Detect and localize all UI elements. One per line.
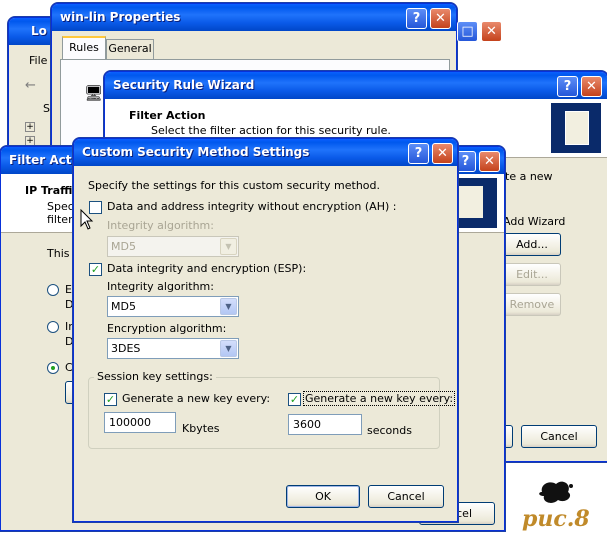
encryption-select[interactable]: 3DES ▼: [107, 338, 239, 359]
local-title: Lo: [31, 24, 47, 38]
wizard-cancel-button[interactable]: Cancel: [521, 425, 597, 448]
edit-button[interactable]: Edit...: [503, 263, 561, 286]
seconds-check-label[interactable]: Generate a new key every:: [302, 391, 456, 406]
menu-file[interactable]: File: [29, 54, 47, 67]
chevron-down-icon[interactable]: ▼: [220, 298, 237, 315]
cancel-button[interactable]: Cancel: [368, 485, 444, 508]
ok-button[interactable]: OK: [286, 485, 360, 508]
ink-blot-logo-icon: [539, 481, 573, 503]
tab-general-label: General: [108, 42, 152, 55]
ah-integrity-label: Integrity algorithm:: [107, 219, 214, 232]
ah-label[interactable]: Data and address integrity without encry…: [107, 200, 396, 213]
esp-label[interactable]: Data integrity and encryption (ESP):: [107, 262, 306, 275]
win-lin-titlebar: win-lin Properties ? ✕: [52, 4, 456, 31]
radio-option-1-a: E: [65, 283, 72, 296]
network-icon: 🖥: [84, 84, 104, 102]
seconds-input[interactable]: 3600: [288, 414, 362, 435]
dialog-instructions: Specify the settings for this custom sec…: [88, 179, 381, 192]
seconds-unit: seconds: [367, 424, 412, 437]
wizard-scroll-icon: [551, 103, 601, 153]
watermark-text: puc.8: [522, 506, 590, 532]
wizard-right-text: te a new: [505, 170, 553, 183]
wizard-subheading: Select the filter action for this securi…: [151, 124, 391, 137]
tab-rules[interactable]: Rules: [62, 36, 106, 60]
esp-integrity-select[interactable]: MD5 ▼: [107, 296, 239, 317]
tab-general[interactable]: General: [106, 39, 154, 59]
wizard-heading: Filter Action: [129, 109, 206, 122]
filter-help-button[interactable]: ?: [455, 151, 476, 172]
wizard-close-button[interactable]: ✕: [581, 76, 602, 97]
remove-button[interactable]: Remove: [503, 293, 561, 316]
radio-option-3[interactable]: [47, 362, 59, 374]
radio-option-2[interactable]: [47, 321, 59, 333]
tree-expand-icon[interactable]: +: [25, 122, 35, 132]
seconds-checkbox[interactable]: ✓: [288, 393, 301, 406]
wizard-title: Security Rule Wizard: [113, 78, 255, 92]
esp-integrity-value: MD5: [111, 300, 136, 313]
help-button[interactable]: ?: [406, 8, 427, 29]
add-wizard-label[interactable]: Add Wizard: [503, 215, 565, 228]
chevron-down-icon[interactable]: ▼: [220, 340, 237, 357]
tab-rules-label: Rules: [69, 41, 99, 54]
tree-expand-icon-2[interactable]: +: [25, 136, 35, 146]
add-button[interactable]: Add...: [503, 233, 561, 256]
kbytes-input[interactable]: 100000: [104, 412, 176, 433]
ah-integrity-value: MD5: [111, 240, 136, 253]
kbytes-unit: Kbytes: [182, 422, 220, 435]
local-maximize-button[interactable]: □: [457, 21, 478, 42]
mouse-cursor-icon: [80, 209, 94, 230]
session-key-group-label: Session key settings:: [94, 370, 216, 383]
dialog-close-button[interactable]: ✕: [432, 143, 453, 164]
wizard-help-button[interactable]: ?: [557, 76, 578, 97]
dialog-title: Custom Security Method Settings: [82, 145, 310, 159]
dialog-help-button[interactable]: ?: [408, 143, 429, 164]
kbytes-check-label[interactable]: Generate a new key every:: [122, 392, 270, 405]
encryption-label: Encryption algorithm:: [107, 322, 227, 335]
custom-security-method-dialog: Custom Security Method Settings ? ✕ Spec…: [73, 138, 458, 522]
back-arrow-icon[interactable]: ←: [25, 78, 36, 93]
esp-checkbox[interactable]: ✓: [89, 263, 102, 276]
filter-close-button[interactable]: ✕: [479, 151, 500, 172]
wizard-titlebar: Security Rule Wizard ? ✕: [105, 72, 607, 99]
chevron-down-icon: ▼: [220, 238, 237, 255]
filter-heading: IP Traffic: [25, 184, 79, 197]
esp-integrity-label: Integrity algorithm:: [107, 280, 214, 293]
local-close-button[interactable]: ✕: [481, 21, 502, 42]
win-lin-title: win-lin Properties: [60, 10, 181, 24]
close-button[interactable]: ✕: [430, 8, 451, 29]
dialog-titlebar: Custom Security Method Settings ? ✕: [74, 139, 457, 166]
kbytes-checkbox[interactable]: ✓: [104, 393, 117, 406]
encryption-value: 3DES: [111, 342, 141, 355]
ah-integrity-select: MD5 ▼: [107, 236, 239, 257]
radio-option-1[interactable]: [47, 284, 59, 296]
